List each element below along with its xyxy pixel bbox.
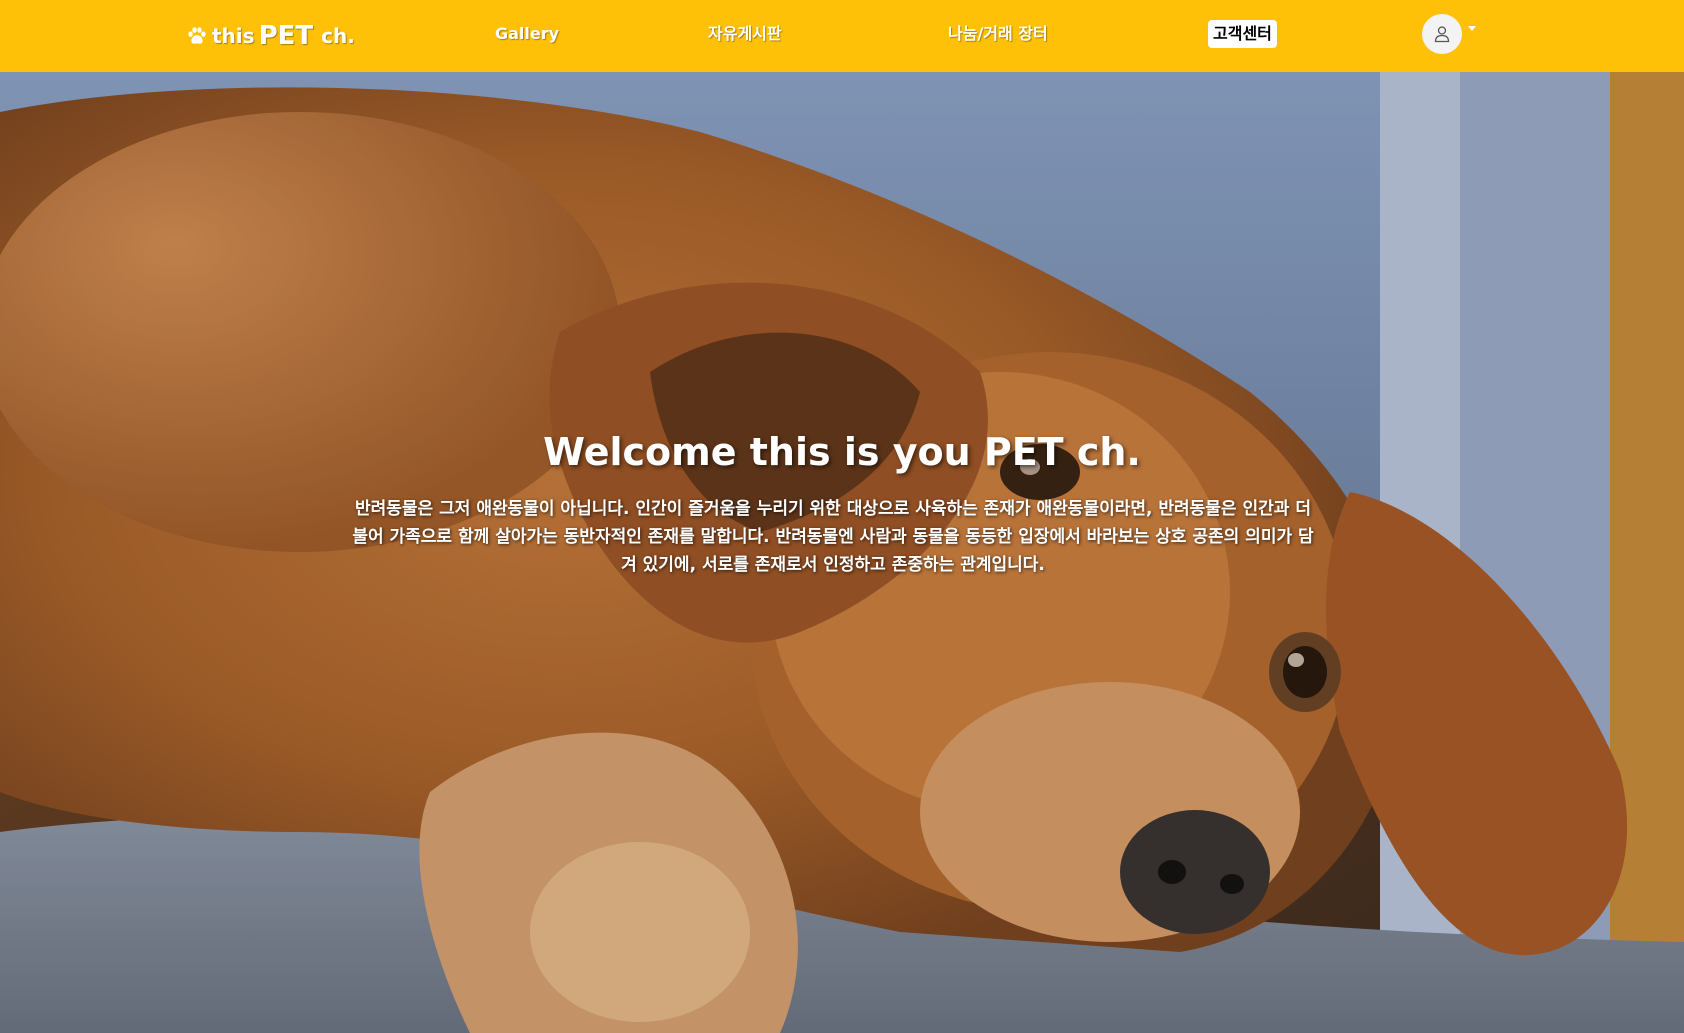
avatar[interactable] xyxy=(1422,14,1462,54)
user-icon xyxy=(1434,26,1450,43)
caret-down-icon xyxy=(1468,25,1476,31)
nav-link-support[interactable]: 고객센터 xyxy=(1208,20,1277,48)
paw-icon xyxy=(188,27,206,44)
hero-description: 반려동물은 그저 애완동물이 아닙니다. 인간이 즐거움을 누리기 위한 대상으… xyxy=(352,499,1314,575)
nav-link-market[interactable]: 나눔/거래 장터 xyxy=(948,22,1048,46)
brand-logo[interactable]: this PET ch. xyxy=(186,20,355,52)
navbar: this PET ch. Gallery 자유게시판 나눔/거래 장터 고객센터 xyxy=(0,0,1684,72)
brand-text-pet: PET xyxy=(258,21,314,51)
brand-text-ch: ch. xyxy=(321,24,355,48)
brand-text-this: this xyxy=(212,24,255,48)
nav-link-free-board[interactable]: 자유게시판 xyxy=(708,22,782,46)
hero-section: Welcome this is you PET ch. 반려동물은 그저 애완동… xyxy=(0,72,1684,1033)
user-menu-toggle[interactable] xyxy=(1422,14,1476,54)
hero-title: Welcome this is you PET ch. xyxy=(543,430,1141,474)
nav-link-gallery[interactable]: Gallery xyxy=(495,22,559,46)
